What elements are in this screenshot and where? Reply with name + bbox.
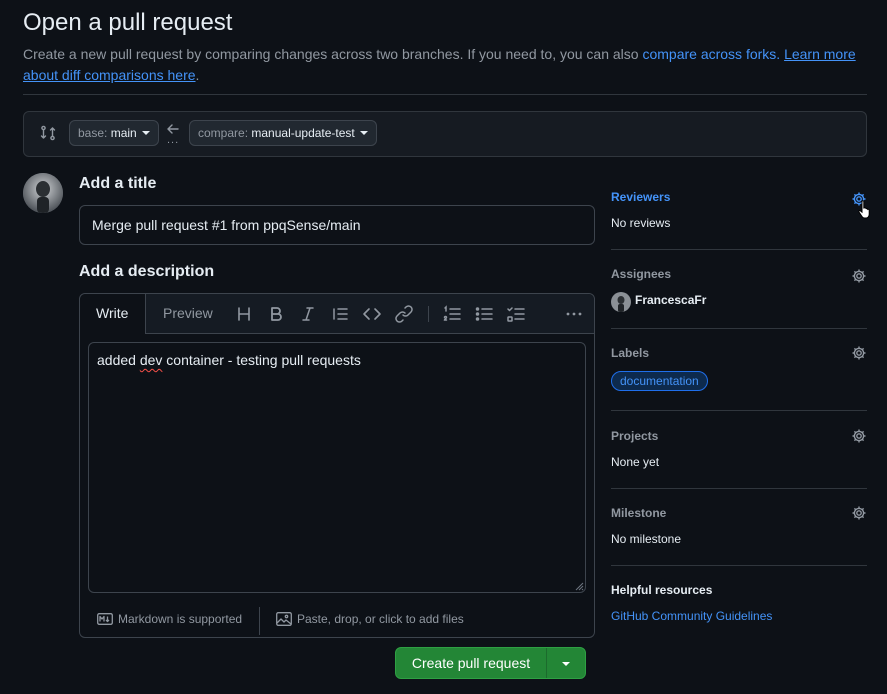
page-title: Open a pull request [23,9,233,36]
create-pull-request-button[interactable]: Create pull request [396,648,546,678]
attach-note: Paste, drop, or click to add files [297,612,464,626]
quote-icon[interactable] [330,304,350,324]
compare-across-forks-link[interactable]: compare across forks. [642,46,780,62]
ordered-list-icon[interactable] [442,304,462,324]
tab-preview[interactable]: Preview [147,294,229,333]
community-guidelines-link[interactable]: GitHub Community Guidelines [611,609,772,623]
create-options-dropdown[interactable] [547,648,585,678]
labels-gear-icon[interactable] [851,345,867,361]
label-badge-documentation[interactable]: documentation [611,371,708,391]
sidebar-divider [611,328,867,329]
toolbar-divider [428,306,429,322]
base-value: main [110,126,137,140]
reviewers-heading[interactable]: Reviewers [611,190,670,204]
branch-compare-bar: base: main ... compare: manual-update-te… [23,111,867,157]
compare-label: compare: [198,126,249,140]
footer-divider [259,607,260,635]
task-list-icon[interactable] [506,304,526,324]
subtitle-text: Create a new pull request by comparing c… [23,46,643,62]
base-label: base: [78,126,108,140]
mouse-cursor-icon [856,199,874,219]
misspelled-word: dev [139,352,163,368]
sidebar-divider [611,565,867,566]
assignees-heading: Assignees [611,267,672,281]
italic-icon[interactable] [298,304,318,324]
unordered-list-icon[interactable] [474,304,494,324]
description-editor: Write Preview added dev container - test… [79,293,595,638]
triangle-down-icon [359,130,368,135]
assignee-name[interactable]: FrancescaFr [635,293,706,307]
kebab-horizontal-icon[interactable] [564,304,584,324]
editor-toolbar: Write Preview [80,294,594,334]
milestone-gear-icon[interactable] [851,505,867,521]
code-icon[interactable] [362,304,382,324]
base-branch-dropdown[interactable]: base: main [69,120,159,146]
sidebar-divider [611,249,867,250]
description-heading: Add a description [79,263,215,280]
sidebar-divider [611,410,867,411]
body-text-start: added [97,352,140,368]
compare-value: manual-update-test [251,126,355,140]
triangle-down-icon [562,662,570,666]
triangle-down-icon [141,130,150,135]
reviewers-value: No reviews [611,216,671,230]
header-divider [23,94,867,95]
link-icon[interactable] [394,304,414,324]
markdown-note: Markdown is supported [118,612,243,626]
description-textarea[interactable]: added dev container - testing pull reque… [88,342,586,593]
body-text-end: container - testing pull requests [162,352,361,368]
helpful-resources-heading: Helpful resources [611,583,713,597]
bold-icon[interactable] [266,304,286,324]
avatar [23,173,63,213]
title-heading: Add a title [79,175,157,192]
assignees-gear-icon[interactable] [851,268,867,284]
heading-icon[interactable] [234,304,254,324]
assignee-avatar [611,292,631,312]
sidebar-divider [611,488,867,489]
milestone-heading: Milestone [611,506,667,520]
create-pull-request-button-group: Create pull request [395,647,586,679]
markdown-icon [97,613,113,625]
title-input[interactable] [79,205,595,245]
resize-handle[interactable] [575,582,584,591]
attach-files-button[interactable]: Paste, drop, or click to add files [276,612,464,626]
git-compare-icon [40,125,56,141]
markdown-supported-link[interactable]: Markdown is supported [97,612,242,626]
compare-branch-dropdown[interactable]: compare: manual-update-test [189,120,377,146]
tab-write[interactable]: Write [80,294,146,334]
labels-heading: Labels [611,346,650,360]
subtitle-end: . [195,67,200,83]
compare-dots: ... [167,134,180,146]
image-icon [276,612,292,626]
projects-gear-icon[interactable] [851,428,867,444]
page-subtitle: Create a new pull request by comparing c… [23,44,863,86]
milestone-value: No milestone [611,532,682,546]
projects-value: None yet [611,455,660,469]
editor-footer: Markdown is supported Paste, drop, or cl… [80,600,594,637]
projects-heading: Projects [611,429,659,443]
